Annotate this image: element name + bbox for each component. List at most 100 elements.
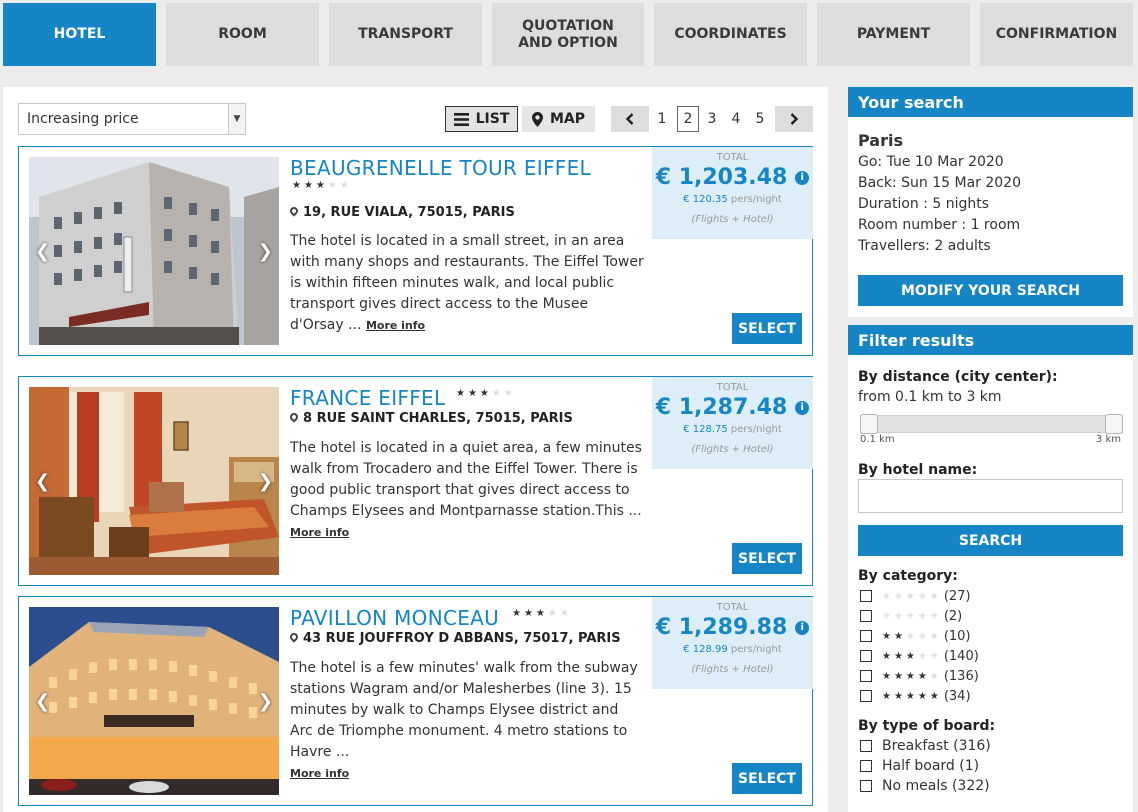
search-go-date: Go: Tue 10 Mar 2020 [858,154,1004,170]
chevron-right-icon [790,113,798,125]
checkbox[interactable] [860,590,872,602]
category-option-3-stars[interactable]: ★★★★★ (140) [860,646,979,666]
distance-slider[interactable] [860,414,1123,434]
checkbox[interactable] [860,610,872,622]
distance-slider-max-handle[interactable] [1105,414,1123,434]
price-per-night-unit: pers/night [730,644,782,655]
hotel-address-text: 8 RUE SAINT CHARLES, 75015, PARIS [303,411,573,426]
price-includes: (Flights + Hotel) [691,444,774,455]
category-option-0-stars[interactable]: ★★★★★ (27) [860,586,971,606]
checkbox[interactable] [860,690,872,702]
category-count: (2) [943,608,963,624]
step-transport[interactable]: TRANSPORT [329,3,482,66]
map-view-button[interactable]: MAP [522,106,595,132]
page-2[interactable]: 2 [677,106,699,132]
board-filter-label: By type of board: [858,718,996,734]
board-label: Breakfast [882,738,949,754]
board-count: (316) [953,738,991,754]
page-5[interactable]: 5 [749,106,771,132]
modify-search-button[interactable]: MODIFY YOUR SEARCH [858,275,1123,306]
category-option-5-stars[interactable]: ★★★★★ (34) [860,686,971,706]
select-button[interactable]: SELECT [732,313,802,344]
board-label: No meals [882,778,948,794]
your-search-panel: Your search Paris Go: Tue 10 Mar 2020 Ba… [848,87,1133,317]
hotel-description-text: The hotel is located in a small street, … [290,233,644,333]
step-quotation-and-option[interactable]: QUOTATION AND OPTION [492,3,644,66]
board-count: (1) [959,758,980,774]
hotel-description-text: The hotel is a few minutes' walk from th… [290,660,638,760]
photo-next-arrow[interactable]: ❯ [258,691,273,712]
sort-select[interactable]: Increasing price ▼ [18,103,246,135]
category-option-2-stars[interactable]: ★★★★★ (10) [860,626,971,646]
next-page-button[interactable] [775,106,813,132]
step-hotel[interactable]: HOTEL [3,3,156,66]
board-option-breakfast[interactable]: Breakfast (316) [860,736,991,756]
page-1[interactable]: 1 [651,106,673,132]
hotel-description: The hotel is located in a quiet area, a … [290,438,645,543]
price-per-night-unit: pers/night [730,194,782,205]
more-info-link[interactable]: More info [290,526,349,539]
select-button[interactable]: SELECT [732,763,802,794]
photo-next-arrow[interactable]: ❯ [258,241,273,262]
info-icon[interactable]: i [795,170,810,185]
photo-prev-arrow[interactable]: ❮ [35,691,50,712]
distance-slider-min-handle[interactable] [860,414,878,434]
hotel-name[interactable]: BEAUGRENELLE TOUR EIFFEL [290,156,591,180]
map-marker-icon [288,631,300,643]
step-payment[interactable]: PAYMENT [817,3,970,66]
hotel-name[interactable]: FRANCE EIFFEL [290,386,445,410]
checkbox[interactable] [860,670,872,682]
category-option-4-stars[interactable]: ★★★★★ (136) [860,666,979,686]
checkbox[interactable] [860,780,872,792]
list-view-label: LIST [475,111,510,127]
total-label: TOTAL [716,602,749,613]
map-marker-icon [531,111,543,127]
info-icon[interactable]: i [795,400,810,415]
board-count: (322) [951,778,990,794]
search-button[interactable]: SEARCH [858,525,1123,556]
category-count: (27) [943,588,971,604]
photo-prev-arrow[interactable]: ❮ [35,471,50,492]
distance-max-label: 3 km [1095,434,1121,445]
checkbox[interactable] [860,760,872,772]
hotel-address: 43 RUE JOUFFROY D ABBANS, 75017, PARIS [288,631,621,646]
checkbox[interactable] [860,650,872,662]
page-3[interactable]: 3 [701,106,723,132]
checkbox[interactable] [860,630,872,642]
hotel-address: 19, RUE VIALA, 75015, PARIS [288,205,515,220]
price-includes: (Flights + Hotel) [691,664,774,675]
hotel-description: The hotel is a few minutes' walk from th… [290,658,645,784]
hotel-card: ❮ ❯ BEAUGRENELLE TOUR EIFFEL ★★★★★ 19, R… [18,146,813,356]
hotel-name-input[interactable] [858,479,1123,513]
board-option-no-meals[interactable]: No meals (322) [860,776,990,796]
step-room[interactable]: ROOM [166,3,319,66]
total-price: € 1,289.88 i [652,615,813,640]
board-option-half-board[interactable]: Half board (1) [860,756,979,776]
map-view-label: MAP [549,111,586,127]
results-panel: Increasing price ▼ LIST MAP 1 2 3 4 5 ❮ … [3,87,828,812]
filter-results-panel: Filter results By distance (city center)… [848,325,1133,812]
hotel-address: 8 RUE SAINT CHARLES, 75015, PARIS [288,411,573,426]
photo-next-arrow[interactable]: ❯ [258,471,273,492]
list-view-button[interactable]: LIST [445,106,518,132]
checkbox[interactable] [860,740,872,752]
select-button[interactable]: SELECT [732,543,802,574]
total-price-value: € 1,203.48 [655,165,788,190]
sort-select-value: Increasing price [27,111,139,127]
step-confirmation[interactable]: CONFIRMATION [980,3,1133,66]
search-back-date: Back: Sun 15 Mar 2020 [858,175,1021,191]
category-option-1-star[interactable]: ★★★★★ (2) [860,606,962,626]
prev-page-button[interactable] [611,106,649,132]
photo-prev-arrow[interactable]: ❮ [35,241,50,262]
star-rating-icon: ★★★★★ [882,690,942,702]
page-4[interactable]: 4 [725,106,747,132]
hotel-description-text: The hotel is located in a quiet area, a … [290,440,642,519]
step-coordinates[interactable]: COORDINATES [654,3,807,66]
chevron-left-icon [626,113,634,125]
more-info-link[interactable]: More info [366,319,425,332]
more-info-link[interactable]: More info [290,767,349,780]
info-icon[interactable]: i [795,620,810,635]
board-label: Half board [882,758,955,774]
price-per-night-value: € 128.99 [683,644,728,655]
hotel-name[interactable]: PAVILLON MONCEAU [290,606,499,630]
